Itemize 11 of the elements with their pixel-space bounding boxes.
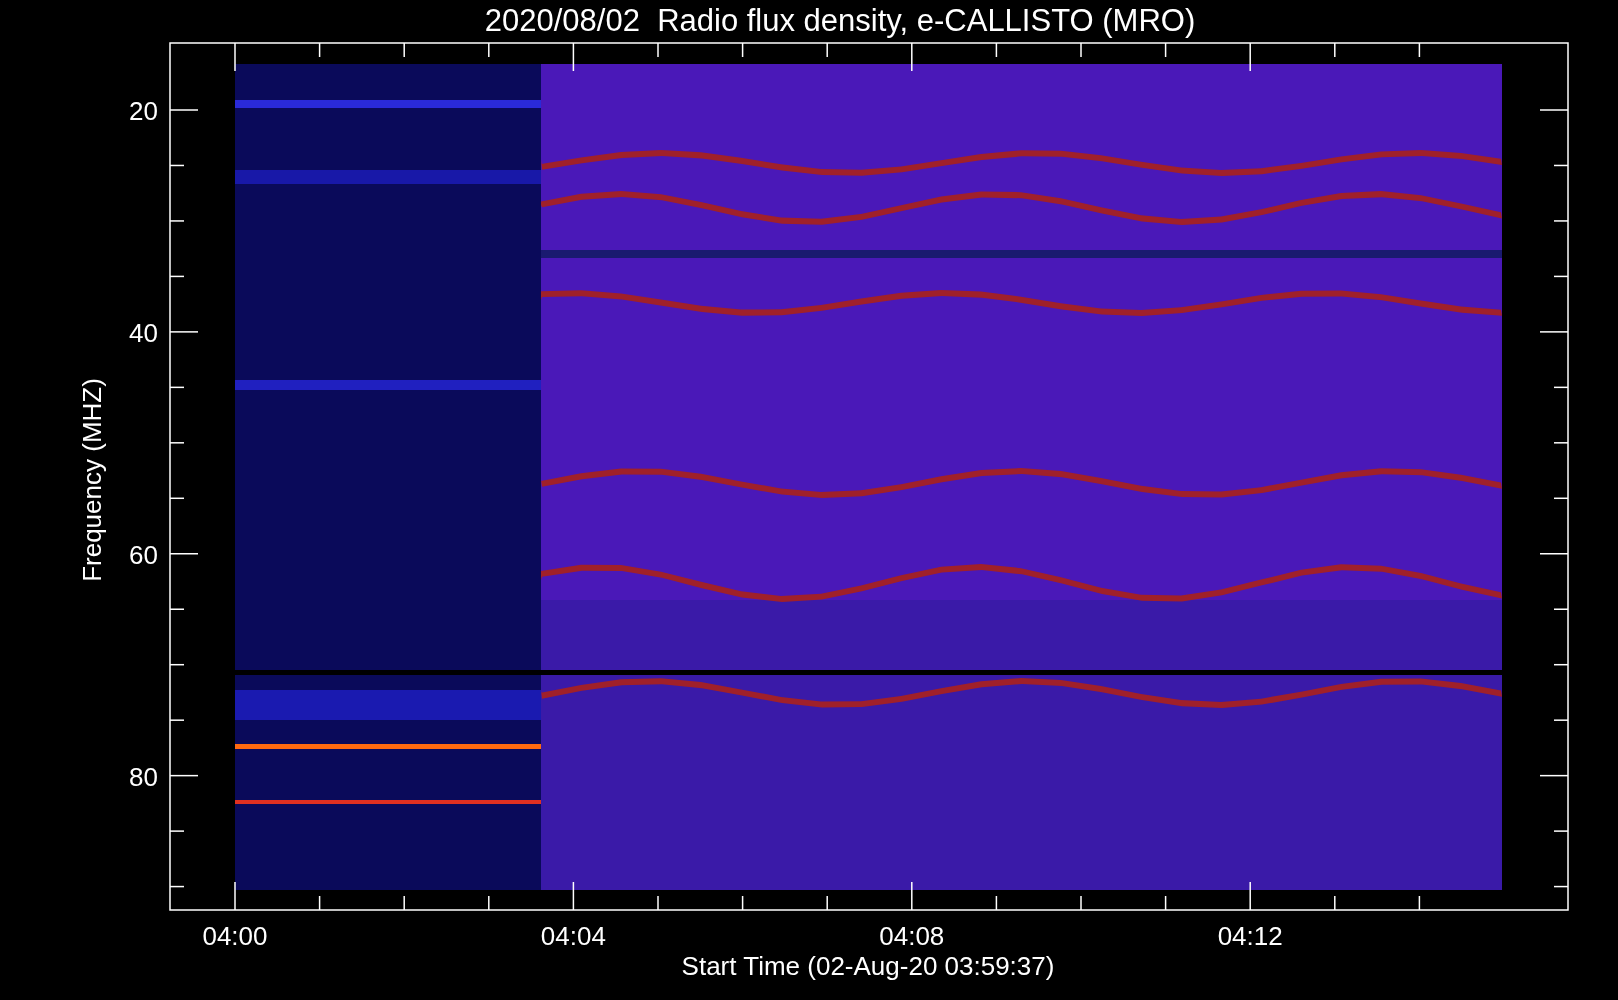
axis-tick-label: 04:08 xyxy=(879,921,945,951)
axis-tick-label: 60 xyxy=(129,539,158,570)
axis-label: Start Time (02-Aug-20 03:59:37) xyxy=(681,951,1055,981)
axis-tick-label: 04:00 xyxy=(202,921,268,951)
axis-tick-label: 80 xyxy=(129,761,158,792)
axis-tick-label: 04:04 xyxy=(540,921,606,951)
chart-title: 2020/08/02 Radio flux density, e-CALLISTO (MRO) xyxy=(484,3,1196,38)
axis-tick-label: 20 xyxy=(129,96,158,126)
axis-tick-label: 04:12 xyxy=(1217,921,1283,951)
axis-tick-label: 40 xyxy=(129,317,158,348)
axis-label: Frequency (MHZ) xyxy=(77,378,107,582)
